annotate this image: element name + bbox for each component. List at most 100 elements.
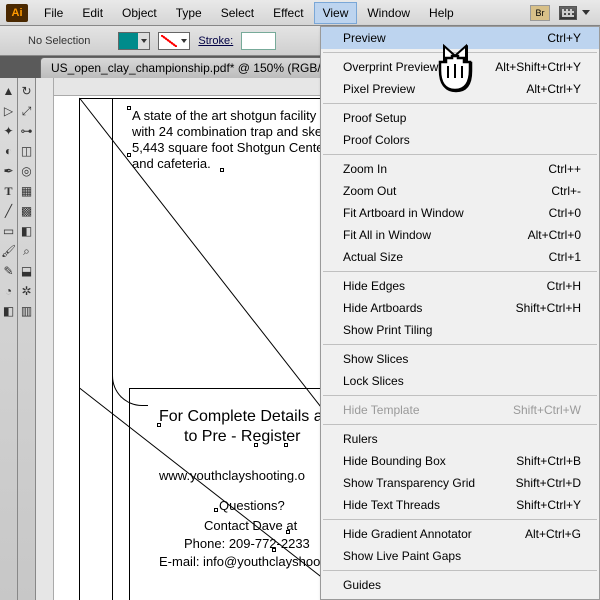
- menu-item-rulers[interactable]: Rulers: [321, 428, 599, 450]
- anchor-point[interactable]: [254, 443, 258, 447]
- fill-swatch[interactable]: [118, 32, 150, 50]
- menu-item-proof-setup[interactable]: Proof Setup: [321, 107, 599, 129]
- menu-item-fit-artboard-in-window[interactable]: Fit Artboard in WindowCtrl+0: [321, 202, 599, 224]
- rectangle-tool-icon[interactable]: ▭: [1, 222, 17, 240]
- menu-item-lock-slices[interactable]: Lock Slices: [321, 370, 599, 392]
- toolbox-right: ↻ ⤢ ⊶ ◫ ◎ ▦ ▩ ◧ ⌕ ⬓ ✲ ▥: [18, 78, 36, 600]
- menu-item-label: Show Slices: [343, 352, 408, 366]
- menu-item-shortcut: Alt+Ctrl+0: [528, 228, 581, 242]
- frame-edge: [129, 388, 130, 600]
- anchor-point[interactable]: [157, 423, 161, 427]
- bridge-icon[interactable]: Br: [530, 5, 550, 21]
- menu-item-proof-colors[interactable]: Proof Colors: [321, 129, 599, 151]
- paintbrush-tool-icon[interactable]: 🖌: [1, 242, 17, 260]
- magic-wand-tool-icon[interactable]: ✦: [1, 122, 17, 140]
- menu-item-label: Proof Colors: [343, 133, 410, 147]
- menu-item-fit-all-in-window[interactable]: Fit All in WindowAlt+Ctrl+0: [321, 224, 599, 246]
- heading-text: For Complete Details an: [159, 408, 332, 426]
- menu-item-label: Hide Bounding Box: [343, 454, 446, 468]
- menu-item-shortcut: Ctrl+-: [551, 184, 581, 198]
- menu-item-zoom-in[interactable]: Zoom InCtrl++: [321, 158, 599, 180]
- direct-selection-tool-icon[interactable]: ▷: [1, 102, 17, 120]
- mesh-tool-icon[interactable]: ▩: [19, 202, 35, 220]
- free-transform-tool-icon[interactable]: ◫: [19, 142, 35, 160]
- menu-item-shortcut: Ctrl+H: [547, 279, 581, 293]
- rotate-tool-icon[interactable]: ↻: [19, 82, 35, 100]
- menu-effect[interactable]: Effect: [264, 2, 312, 24]
- arrange-documents-icon[interactable]: [559, 6, 577, 20]
- anchor-point[interactable]: [220, 168, 224, 172]
- view-menu-dropdown: PreviewCtrl+YOverprint PreviewAlt+Shift+…: [320, 26, 600, 600]
- stroke-weight-input[interactable]: [241, 32, 276, 50]
- menu-item-label: Rulers: [343, 432, 378, 446]
- menu-item-shortcut: Ctrl+1: [549, 250, 581, 264]
- menu-item-label: Zoom In: [343, 162, 387, 176]
- width-tool-icon[interactable]: ⊶: [19, 122, 35, 140]
- menu-item-actual-size[interactable]: Actual SizeCtrl+1: [321, 246, 599, 268]
- pen-tool-icon[interactable]: ✒: [1, 162, 17, 180]
- selection-tool-icon[interactable]: ▲: [1, 82, 17, 100]
- menu-item-hide-edges[interactable]: Hide Edges Ctrl+H: [321, 275, 599, 297]
- menu-type[interactable]: Type: [167, 2, 211, 24]
- anchor-point[interactable]: [214, 508, 218, 512]
- menu-file[interactable]: File: [35, 2, 72, 24]
- guide-line: [79, 98, 80, 600]
- menu-item-label: Hide Edges: [343, 279, 405, 293]
- dropdown-arrow-icon[interactable]: [582, 10, 590, 15]
- menu-item-show-print-tiling[interactable]: Show Print Tiling: [321, 319, 599, 341]
- menu-item-guides[interactable]: Guides: [321, 574, 599, 596]
- gradient-tool-icon[interactable]: ◧: [19, 222, 35, 240]
- anchor-point[interactable]: [127, 106, 131, 110]
- body-text: with 24 combination trap and skeet: [132, 124, 333, 139]
- scale-tool-icon[interactable]: ⤢: [19, 102, 35, 120]
- menu-help[interactable]: Help: [420, 2, 463, 24]
- body-text: E-mail: info@youthclayshootin: [159, 554, 334, 569]
- menu-separator: [323, 344, 597, 345]
- lasso-tool-icon[interactable]: ◐: [1, 142, 17, 160]
- menu-separator: [323, 395, 597, 396]
- blob-brush-tool-icon[interactable]: ◔: [1, 282, 17, 300]
- menu-item-hide-artboards[interactable]: Hide ArtboardsShift+Ctrl+H: [321, 297, 599, 319]
- ruler-vertical[interactable]: [36, 78, 54, 600]
- anchor-point[interactable]: [286, 530, 290, 534]
- menu-item-hide-text-threads[interactable]: Hide Text ThreadsShift+Ctrl+Y: [321, 494, 599, 516]
- blend-tool-icon[interactable]: ⬓: [19, 262, 35, 280]
- menu-item-zoom-out[interactable]: Zoom Out Ctrl+-: [321, 180, 599, 202]
- pencil-tool-icon[interactable]: ✎: [1, 262, 17, 280]
- app-logo-icon: Ai: [6, 4, 28, 22]
- shape-builder-tool-icon[interactable]: ◎: [19, 162, 35, 180]
- menu-select[interactable]: Select: [212, 2, 263, 24]
- menu-item-show-slices[interactable]: Show Slices: [321, 348, 599, 370]
- anchor-point[interactable]: [284, 443, 288, 447]
- menu-object[interactable]: Object: [113, 2, 166, 24]
- menu-item-shortcut: Ctrl+Y: [547, 31, 581, 45]
- stroke-swatch[interactable]: [158, 32, 190, 50]
- perspective-tool-icon[interactable]: ▦: [19, 182, 35, 200]
- menu-item-label: Zoom Out: [343, 184, 396, 198]
- body-text: A state of the art shotgun facility co: [132, 108, 334, 123]
- menu-edit[interactable]: Edit: [73, 2, 112, 24]
- selection-label: No Selection: [28, 35, 90, 47]
- menu-window[interactable]: Window: [358, 2, 419, 24]
- anchor-point[interactable]: [272, 548, 276, 552]
- menu-item-label: Fit Artboard in Window: [343, 206, 464, 220]
- line-tool-icon[interactable]: ╱: [1, 202, 17, 220]
- menu-view[interactable]: View: [314, 2, 358, 24]
- stroke-label[interactable]: Stroke:: [198, 35, 233, 47]
- menu-item-label: Overprint Preview: [343, 60, 438, 74]
- menu-separator: [323, 271, 597, 272]
- anchor-point[interactable]: [127, 153, 131, 157]
- menu-item-hide-gradient-annotator[interactable]: Hide Gradient AnnotatorAlt+Ctrl+G: [321, 523, 599, 545]
- symbol-sprayer-tool-icon[interactable]: ✲: [19, 282, 35, 300]
- menubar: Ai File Edit Object Type Select Effect V…: [0, 0, 600, 26]
- menu-separator: [323, 570, 597, 571]
- type-tool-icon[interactable]: T: [1, 182, 17, 200]
- eyedropper-tool-icon[interactable]: ⌕: [19, 242, 35, 260]
- column-graph-tool-icon[interactable]: ▥: [19, 302, 35, 320]
- menu-item-shortcut: Alt+Ctrl+Y: [526, 82, 581, 96]
- eraser-tool-icon[interactable]: ◧: [1, 302, 17, 320]
- menu-item-show-transparency-grid[interactable]: Show Transparency GridShift+Ctrl+D: [321, 472, 599, 494]
- document-tab[interactable]: US_open_clay_championship.pdf* @ 150% (R…: [40, 57, 347, 78]
- menu-item-show-live-paint-gaps[interactable]: Show Live Paint Gaps: [321, 545, 599, 567]
- menu-item-hide-bounding-box[interactable]: Hide Bounding BoxShift+Ctrl+B: [321, 450, 599, 472]
